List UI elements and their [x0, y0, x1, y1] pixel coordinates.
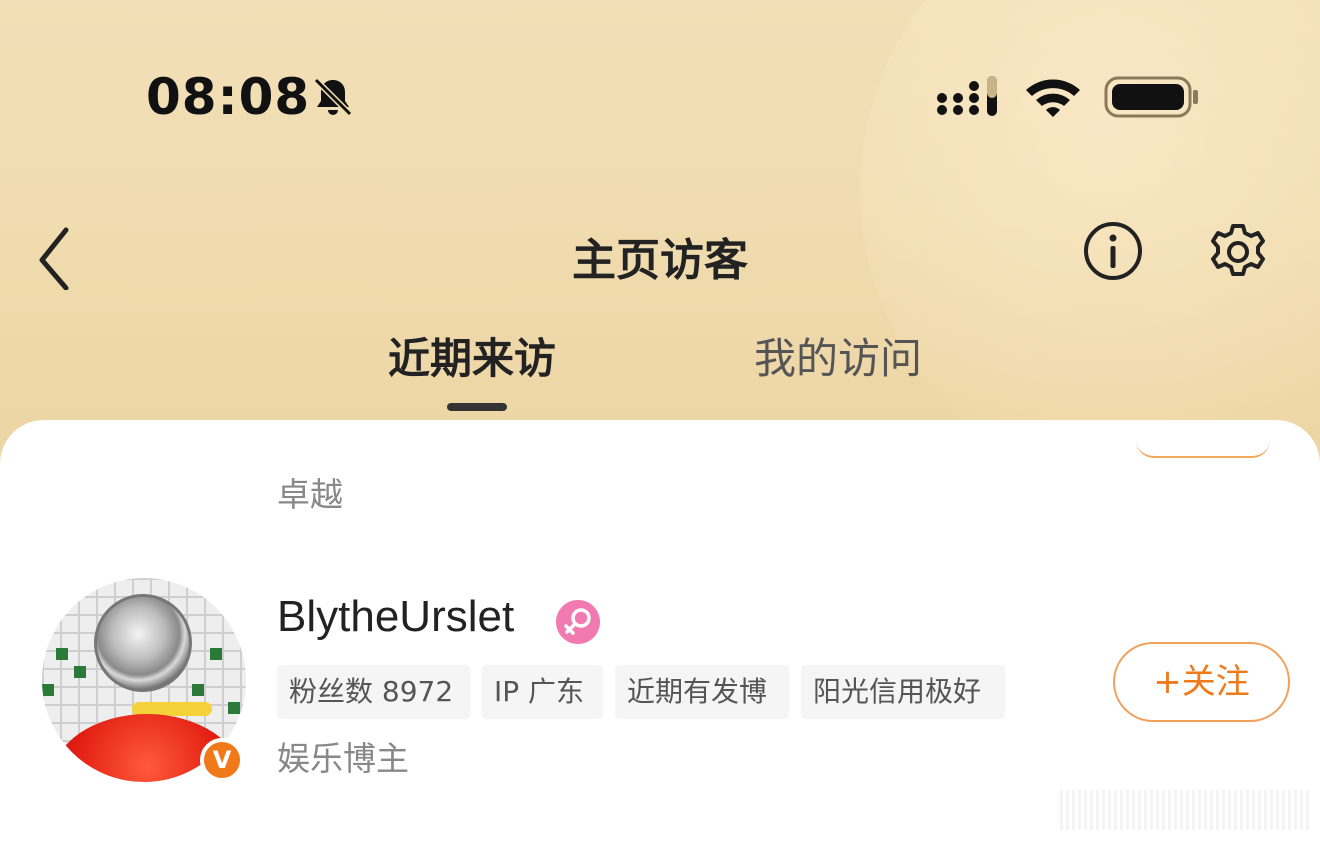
avatar-tile — [210, 648, 222, 660]
previous-follow-button-edge — [1136, 440, 1270, 458]
avatar-tile — [74, 666, 86, 678]
tab-my-visits[interactable]: 我的访问 — [754, 325, 922, 386]
tag-ip-location: IP 广东 — [482, 665, 603, 719]
follow-button[interactable]: +关注 — [1113, 642, 1290, 722]
info-icon[interactable] — [1082, 220, 1144, 282]
avatar-tile — [192, 684, 204, 696]
avatar-tile — [56, 648, 68, 660]
status-bar: 08:08 — [0, 60, 1320, 140]
avatar-tile — [42, 684, 54, 696]
wifi-icon — [1026, 79, 1080, 117]
gear-icon[interactable] — [1206, 220, 1270, 284]
watermark — [1060, 790, 1310, 830]
avatar-drain — [94, 594, 192, 692]
signal-icon — [937, 76, 997, 116]
verified-badge: V — [200, 738, 244, 782]
tab-active-indicator — [447, 403, 507, 411]
female-icon — [556, 600, 600, 644]
tab-bar: 近期来访 我的访问 — [0, 325, 1320, 425]
nav-bar: 主页访客 — [0, 210, 1320, 300]
avatar-tile — [228, 702, 240, 714]
visitor-list: 卓越 V BlytheUrslet 粉丝数 8972 IP 广东 近期有发博 阳… — [0, 420, 1320, 841]
bell-off-icon — [313, 77, 353, 117]
tag-fans-count: 粉丝数 8972 — [277, 665, 470, 719]
tag-credit: 阳光信用极好 — [801, 665, 1005, 719]
tag-recent-post: 近期有发博 — [615, 665, 789, 719]
username[interactable]: BlytheUrslet — [277, 592, 514, 642]
user-description: 娱乐博主 — [277, 739, 409, 778]
tab-recent-visitors[interactable]: 近期来访 — [388, 325, 556, 386]
status-time: 08:08 — [146, 68, 311, 126]
previous-item-subtitle: 卓越 — [277, 475, 343, 514]
battery-icon — [1104, 76, 1198, 118]
